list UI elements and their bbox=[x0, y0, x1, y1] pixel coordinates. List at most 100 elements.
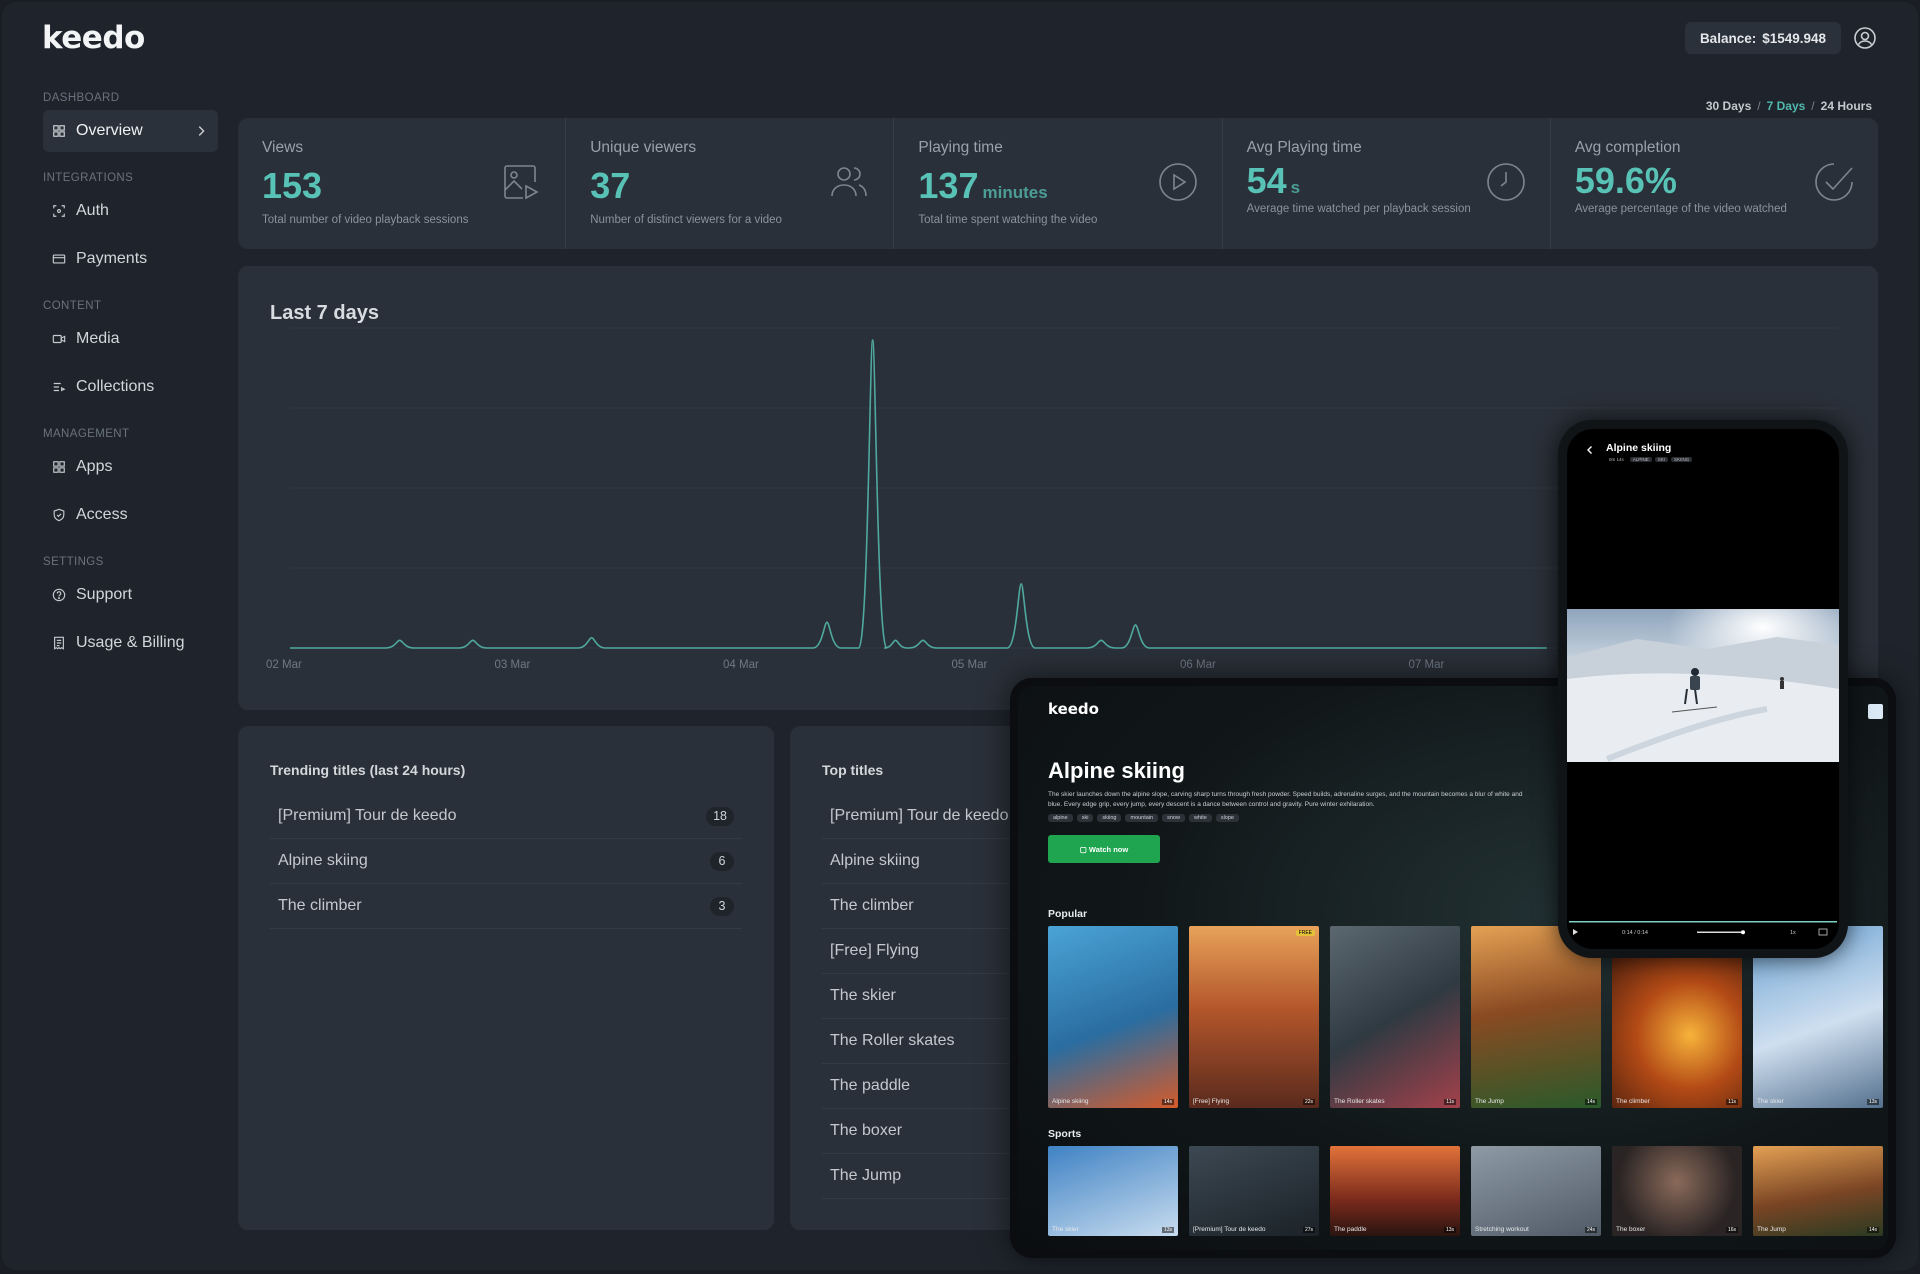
sidebar-item-label: Access bbox=[76, 506, 128, 523]
sidebar-item-media[interactable]: Media bbox=[43, 318, 218, 360]
stat-description: Total time spent watching the video bbox=[918, 214, 1098, 226]
progress-bar[interactable] bbox=[1569, 921, 1837, 923]
video-controls: 0:14 / 0:14 1x bbox=[1569, 921, 1837, 936]
sports-heading: Sports bbox=[1048, 1128, 1082, 1140]
stat-playing-time: Playing time 137 minutes Total time spent… bbox=[894, 118, 1223, 249]
thumbnail[interactable]: Stretching workout 24s bbox=[1471, 1146, 1601, 1236]
tag: slope bbox=[1215, 814, 1239, 822]
check-circle-icon bbox=[1815, 163, 1853, 201]
stat-unique-viewers: Unique viewers 37 Number of distinct vie… bbox=[566, 118, 895, 249]
back-arrow-icon[interactable] bbox=[1585, 445, 1595, 455]
balance-value: $1549.948 bbox=[1762, 30, 1827, 46]
list-play-icon bbox=[53, 382, 66, 392]
stat-label: Views bbox=[262, 139, 304, 156]
image-play-icon bbox=[504, 165, 539, 200]
users-icon bbox=[831, 167, 868, 197]
range-separator: / bbox=[1757, 99, 1761, 113]
tablet-logo: keedo bbox=[1048, 700, 1099, 718]
date-range-selector: 30 Days / 7 Days / 24 Hours bbox=[1706, 99, 1872, 113]
x-tick-label: 05 Mar bbox=[952, 659, 988, 671]
series-line bbox=[290, 339, 1547, 649]
stat-label: Unique viewers bbox=[590, 139, 697, 156]
play-circle-icon bbox=[1158, 163, 1197, 201]
sidebar-item-payments[interactable]: Payments bbox=[43, 238, 218, 280]
tag: mountain bbox=[1125, 814, 1159, 822]
sidebar-item-usage-billing[interactable]: Usage & Billing bbox=[43, 622, 218, 664]
list-item[interactable]: The climber 3 bbox=[270, 884, 742, 929]
brand-logo[interactable]: keedo bbox=[42, 20, 145, 56]
speed-label[interactable]: 1x bbox=[1790, 930, 1796, 936]
count-badge: 18 bbox=[706, 806, 734, 826]
thumbnail[interactable]: The Jump 14s bbox=[1753, 1146, 1883, 1236]
tablet-hero-title: Alpine skiing bbox=[1048, 758, 1185, 783]
trending-titles-card: Trending titles (last 24 hours) [Premium… bbox=[238, 726, 774, 1230]
thumbnail[interactable]: [Premium] Tour de keedo 27s bbox=[1189, 1146, 1319, 1236]
phone-video-title: Alpine skiing bbox=[1606, 442, 1672, 454]
x-tick-label: 07 Mar bbox=[1409, 659, 1445, 671]
stat-views: Views 153 Total number of video playback… bbox=[238, 118, 567, 249]
thumbnail[interactable]: FREE [Free] Flying 22s bbox=[1189, 926, 1319, 1108]
tag: skiing bbox=[1097, 814, 1122, 822]
tag: ALPINE bbox=[1629, 457, 1652, 462]
sidebar-item-label: Support bbox=[76, 586, 133, 603]
sidebar-item-label: Overview bbox=[76, 122, 143, 139]
play-icon[interactable] bbox=[1573, 929, 1578, 935]
thumbnail[interactable]: The paddle 13s bbox=[1330, 1146, 1460, 1236]
sidebar-item-auth[interactable]: Auth bbox=[43, 190, 218, 232]
range-option-7-days[interactable]: 7 Days bbox=[1767, 99, 1806, 113]
tablet-tags: alpine ski skiing mountain snow white sl… bbox=[1048, 814, 1239, 822]
x-tick-label: 06 Mar bbox=[1180, 659, 1216, 671]
stat-label: Avg Playing time bbox=[1246, 139, 1362, 156]
sidebar-item-label: Apps bbox=[76, 458, 113, 475]
phone-preview: Alpine skiing 0m 14s ALPINE SKI SKIING 0… bbox=[1558, 420, 1848, 958]
watch-now-button[interactable]: ▢ Watch now bbox=[1048, 835, 1160, 863]
sidebar-item-support[interactable]: Support bbox=[43, 574, 218, 616]
thumbnail[interactable]: The boxer 16s bbox=[1612, 1146, 1742, 1236]
sidebar-item-label: Collections bbox=[76, 378, 155, 395]
sidebar-item-overview[interactable]: Overview bbox=[43, 110, 218, 152]
range-separator: / bbox=[1811, 99, 1815, 113]
time-label: 0:14 / 0:14 bbox=[1622, 930, 1648, 936]
stat-value: 153 bbox=[262, 165, 323, 206]
list-item[interactable]: [Premium] Tour de keedo 18 bbox=[270, 794, 742, 839]
app-window: keedo Balance: $1549.948 DASHBOARD Overv… bbox=[2, 2, 1918, 1270]
sidebar-item-apps[interactable]: Apps bbox=[43, 446, 218, 488]
balance-label: Balance: bbox=[1699, 30, 1757, 46]
stat-value: 37 bbox=[590, 165, 631, 206]
trending-list: [Premium] Tour de keedo 18 Alpine skiing 6… bbox=[270, 794, 742, 929]
balance-badge: Balance: $1549.948 bbox=[1685, 22, 1841, 54]
volume-slider[interactable] bbox=[1697, 931, 1743, 934]
sidebar-item-collections[interactable]: Collections bbox=[43, 366, 218, 408]
section-management: MANAGEMENT bbox=[43, 428, 130, 440]
thumbnail[interactable]: The Roller skates 11s bbox=[1330, 926, 1460, 1108]
user-circle-icon[interactable] bbox=[1853, 26, 1877, 50]
thumbnail[interactable]: The skier 13s bbox=[1048, 1146, 1178, 1236]
tag: SKIING bbox=[1671, 457, 1693, 462]
x-tick-label: 04 Mar bbox=[723, 659, 759, 671]
stat-description: Average time watched per playback sessio… bbox=[1246, 203, 1471, 215]
volume-knob[interactable] bbox=[1741, 930, 1745, 935]
stat-description: Average percentage of the video watched bbox=[1574, 203, 1787, 215]
x-tick-label: 02 Mar bbox=[266, 659, 302, 671]
tablet-hero-description: The skier launches down the alpine slope… bbox=[1048, 791, 1523, 808]
trending-title: Trending titles (last 24 hours) bbox=[270, 762, 466, 778]
stat-description: Total number of video playback sessions bbox=[262, 214, 469, 226]
duration-label: 0m 14s bbox=[1609, 457, 1624, 462]
video-icon bbox=[52, 334, 66, 344]
list-item[interactable]: Alpine skiing 6 bbox=[270, 839, 742, 884]
tag: ski bbox=[1076, 814, 1094, 822]
thumbnail[interactable]: Alpine skiing 14s bbox=[1048, 926, 1178, 1108]
stat-description: Number of distinct viewers for a video bbox=[590, 214, 782, 226]
receipt-icon bbox=[54, 636, 64, 650]
fullscreen-icon[interactable] bbox=[1818, 928, 1828, 936]
range-option-24-hours[interactable]: 24 Hours bbox=[1821, 99, 1872, 113]
stat-value: 59.6% bbox=[1574, 160, 1677, 201]
chevron-right-icon bbox=[198, 126, 205, 136]
video-frame[interactable] bbox=[1567, 609, 1839, 762]
x-tick-label: 03 Mar bbox=[495, 659, 531, 671]
range-option-30-days[interactable]: 30 Days bbox=[1706, 99, 1751, 113]
phone-screen: Alpine skiing 0m 14s ALPINE SKI SKIING 0… bbox=[1567, 429, 1839, 949]
count-badge: 3 bbox=[710, 896, 734, 916]
stats-panel: Views 153 Total number of video playback… bbox=[238, 118, 1878, 249]
sidebar-item-access[interactable]: Access bbox=[43, 494, 218, 536]
